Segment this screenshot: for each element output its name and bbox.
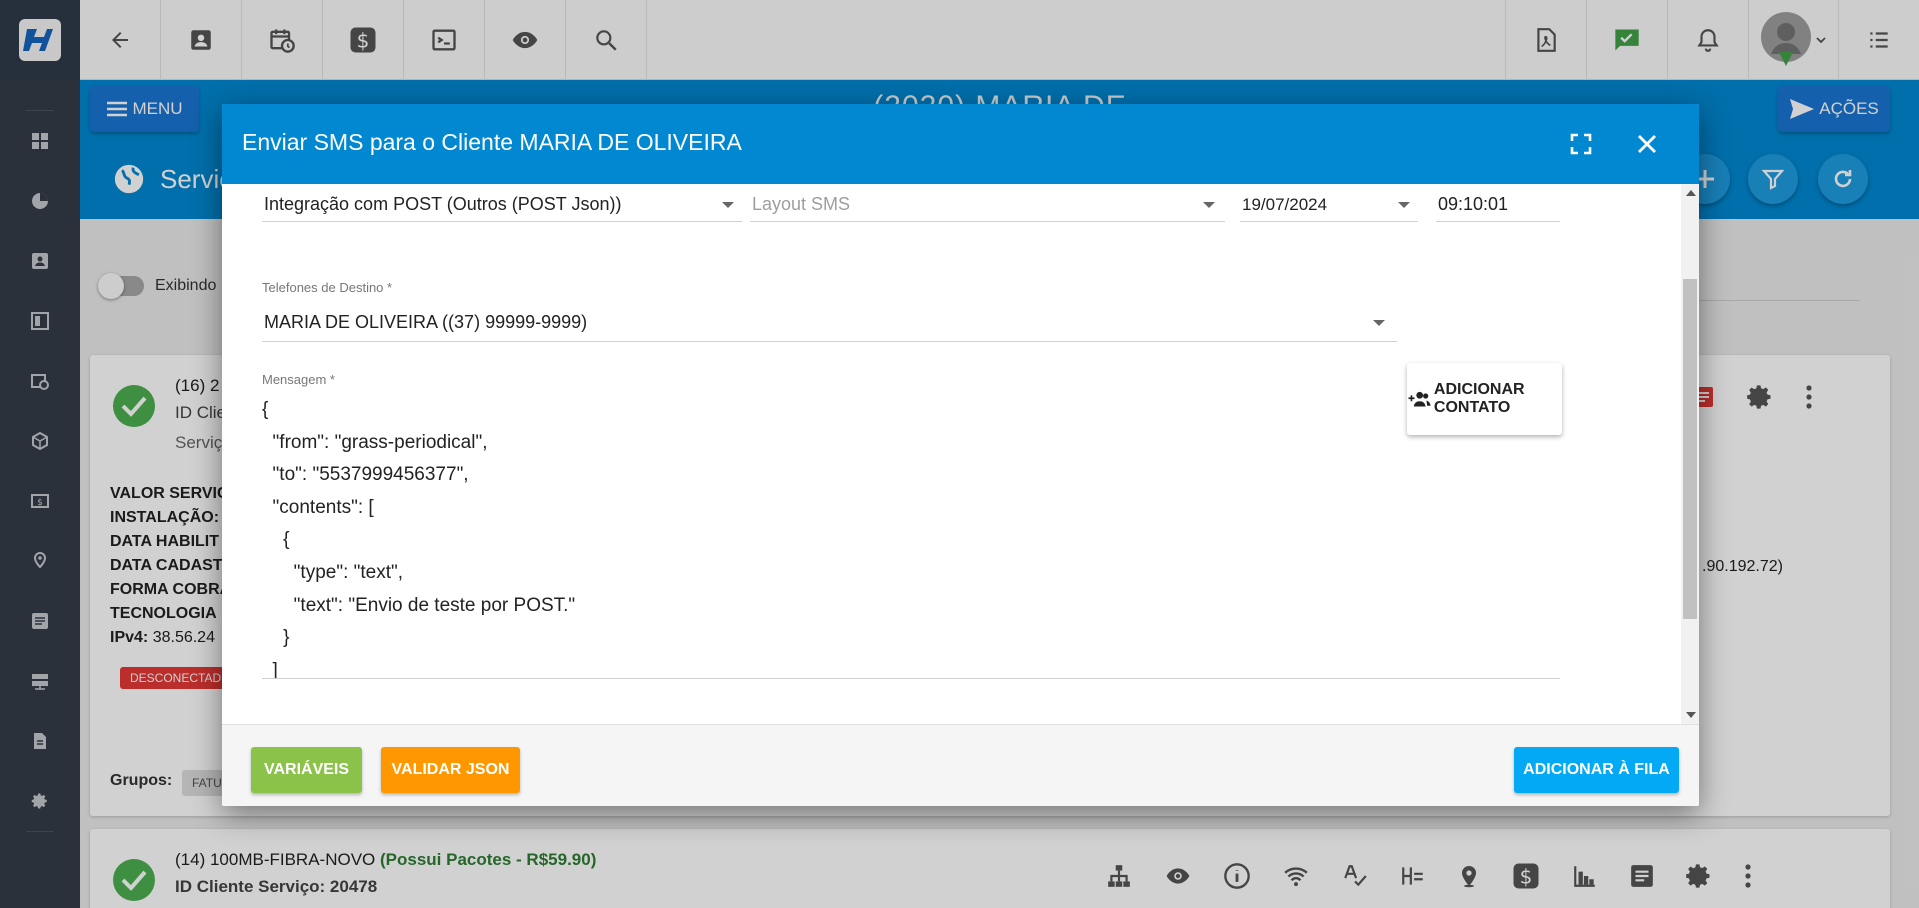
dialog-body: Integração com POST (Outros (POST Json))… [222,184,1699,724]
close-icon [1638,135,1656,153]
message-textarea[interactable]: { "from": "grass-periodical", "to": "553… [262,394,1560,679]
dialog-header: Enviar SMS para o Cliente MARIA DE OLIVE… [222,104,1699,184]
fullscreen-icon [1570,133,1592,155]
dialog-footer: VARIÁVEIS VALIDAR JSON ADICIONAR À FILA [222,724,1699,806]
caret-down-icon [722,202,734,208]
dialog-scrollbar[interactable] [1681,184,1699,724]
integration-value: Integração com POST (Outros (POST Json)) [264,194,622,214]
sms-dialog: Enviar SMS para o Cliente MARIA DE OLIVE… [222,104,1699,806]
message-label: Mensagem * [262,372,335,387]
scroll-up-icon[interactable] [1686,190,1696,196]
caret-down-icon [1203,202,1215,208]
phones-select[interactable]: MARIA DE OLIVEIRA ((37) 99999-9999) [262,300,1397,342]
layout-sms-placeholder: Layout SMS [752,194,851,214]
fullscreen-button[interactable] [1563,126,1599,162]
caret-down-icon [1373,320,1385,326]
integration-select[interactable]: Integração com POST (Outros (POST Json)) [262,186,742,222]
caret-down-icon [1398,202,1410,208]
time-value: 09:10:01 [1438,194,1509,214]
scroll-thumb[interactable] [1683,279,1697,619]
variables-button[interactable]: VARIÁVEIS [251,747,362,793]
time-field[interactable]: 09:10:01 [1436,186,1560,222]
dialog-title: Enviar SMS para o Cliente MARIA DE OLIVE… [242,129,742,155]
add-to-queue-button[interactable]: ADICIONAR À FILA [1514,747,1679,793]
phone-value: MARIA DE OLIVEIRA ((37) 99999-9999) [264,312,588,332]
phones-label: Telefones de Destino * [262,280,393,295]
close-button[interactable] [1629,126,1665,162]
layout-sms-select[interactable]: Layout SMS [750,186,1225,222]
date-field[interactable]: 19/07/2024 [1240,186,1418,222]
date-value: 19/07/2024 [1242,195,1328,214]
validate-json-button[interactable]: VALIDAR JSON [381,747,520,793]
scroll-down-icon[interactable] [1686,712,1696,718]
